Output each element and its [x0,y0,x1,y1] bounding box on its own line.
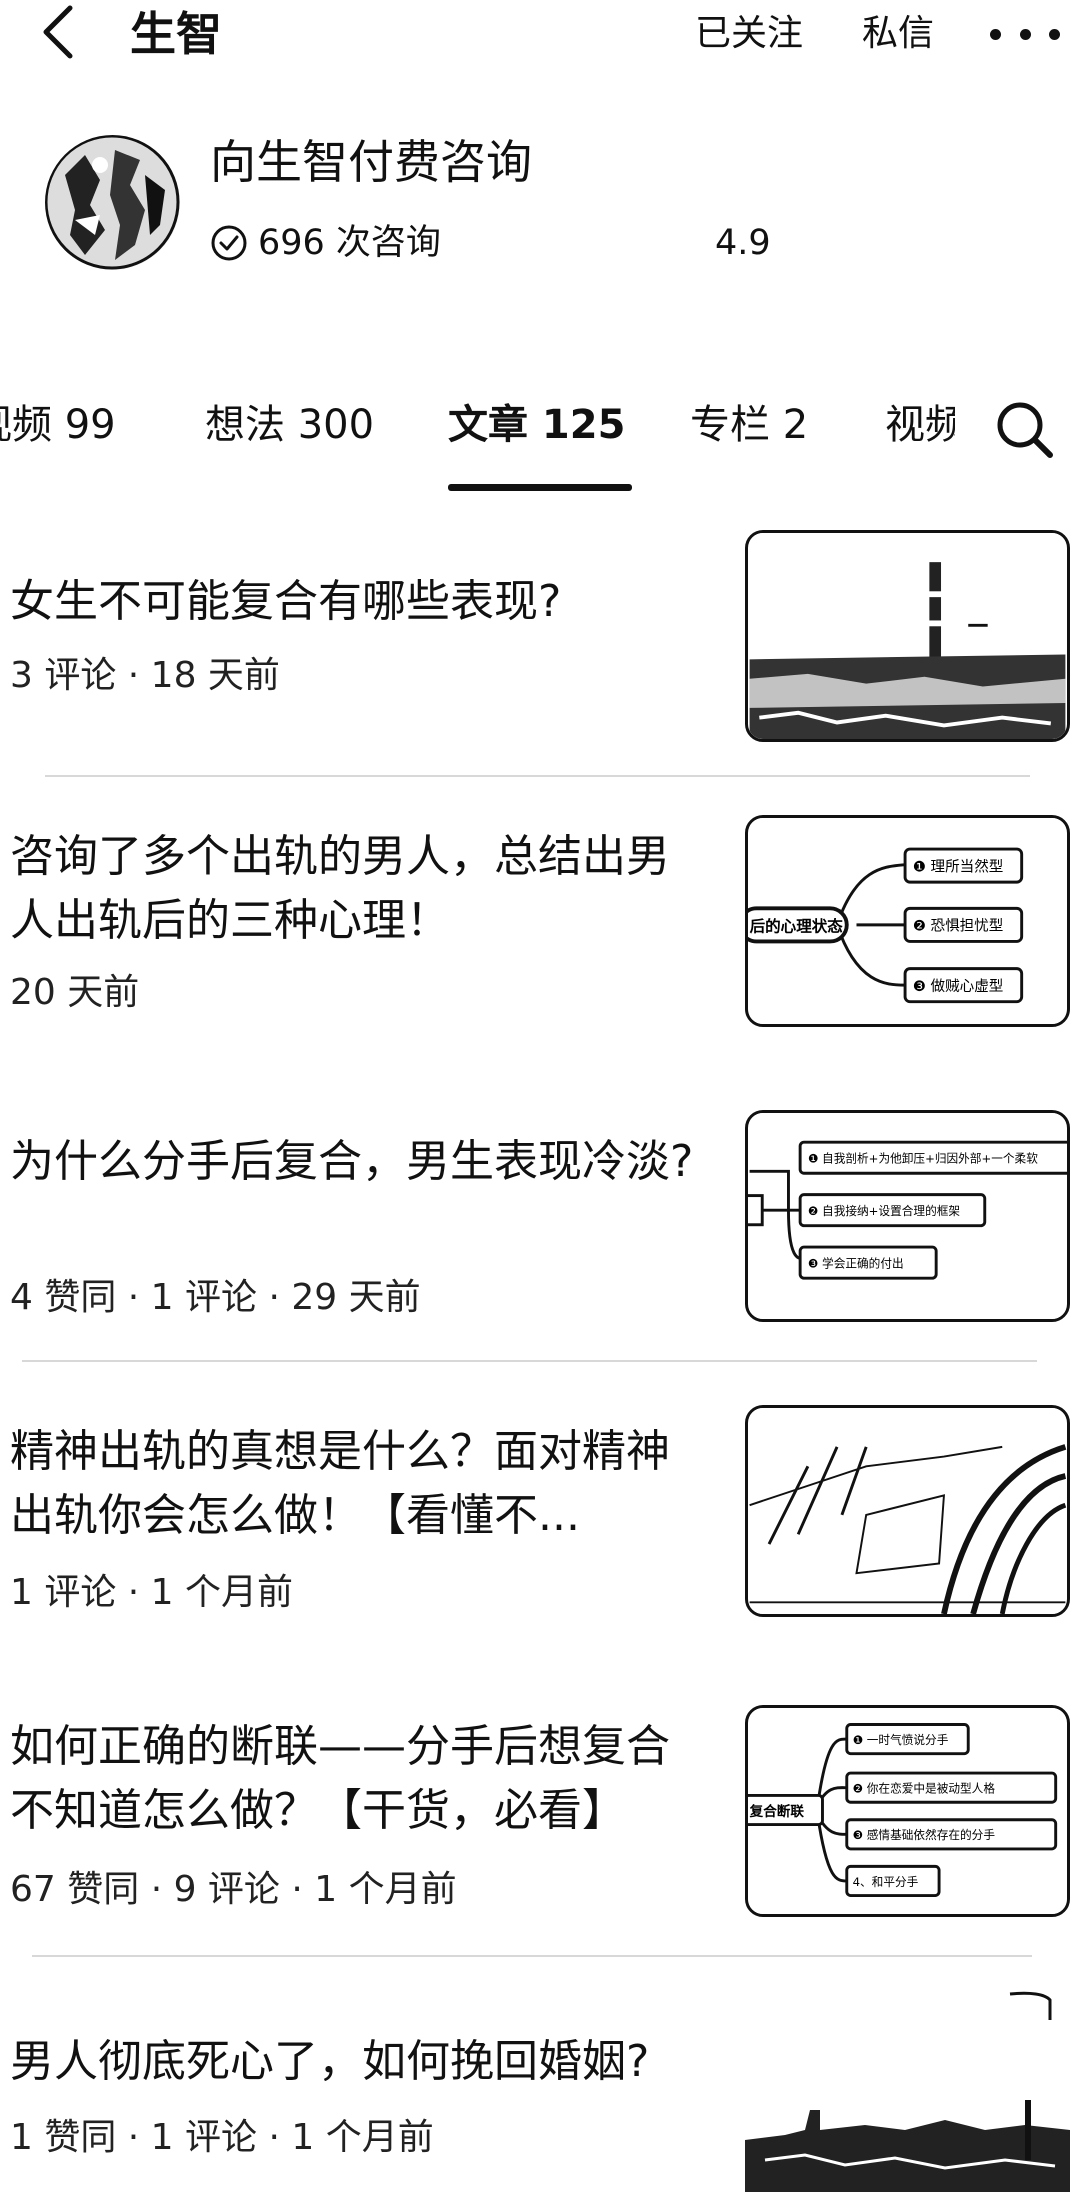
tab-thoughts[interactable]: 想法 300 [205,385,374,465]
article-thumbnail[interactable]: ❶ 自我剖析+为他卸压+归因外部+一个柔软 ❷ 自我接纳+设置合理的框架 ❸ 学… [745,1110,1070,1322]
thumb-item-1: ❶ 理所当然型 [913,858,1004,875]
tab-videos-more[interactable]: 视频 [885,385,955,465]
article-title[interactable]: 男人彻底死心了，如何挽回婚姻? [10,2030,700,2094]
top-bar: 生智 已关注 私信 [0,0,1080,70]
article-thumbnail[interactable] [745,1405,1070,1617]
thumb-center-label: 后的心理状态 [750,917,844,936]
divider [32,1955,1032,1957]
active-tab-indicator [448,484,632,491]
back-button[interactable] [30,2,90,62]
article-thumbnail[interactable]: 后的心理状态 ❶ 理所当然型 ❷ 恐惧担忧型 ❸ 做贼心虚型 [745,815,1070,1027]
thumb-item-2: ❷ 恐惧担忧型 [913,918,1004,935]
article-title[interactable]: 女生不可能复合有哪些表现? [10,570,700,634]
thumb-item-4: 4、和平分手 [853,1875,919,1889]
article-thumbnail[interactable]: 复合断联 ❶ 一时气愤说分手 ❷ 你在恋爱中是被动型人格 ❸ 感情基础依然存在的… [745,1705,1070,1917]
article-meta: 1 赞同 · 1 评论 · 1 个月前 [10,2117,434,2158]
chevron-left-icon [43,5,73,59]
thumb-item-3: ❸ 做贼心虚型 [913,978,1004,995]
article-meta: 4 赞同 · 1 评论 · 29 天前 [10,1277,421,1318]
tab-videos[interactable]: 视频 99 [0,385,116,465]
message-button[interactable]: 私信 [862,6,934,62]
article-meta: 67 赞同 · 9 评论 · 1 个月前 [10,1869,457,1910]
rating-score: 4.9 [715,223,771,263]
tab-bar: 视频 99 想法 300 文章 125 专栏 2 视频 [0,385,1080,500]
consult-title[interactable]: 向生智付费咨询 [210,130,532,194]
thumb-item-2: ❷ 自我接纳+设置合理的框架 [808,1204,960,1218]
avatar[interactable] [45,135,180,270]
follow-button[interactable]: 已关注 [695,6,803,62]
article-title[interactable]: 咨询了多个出轨的男人，总结出男人出轨后的三种心理！ [10,825,700,953]
article-title[interactable]: 精神出轨的真想是什么？面对精神出轨你会怎么做！【看懂不... [10,1420,700,1548]
article-meta: 3 评论 · 18 天前 [10,655,280,696]
page-title: 生智 [130,7,222,61]
divider [45,775,1030,777]
thumb-item-3: ❸ 学会正确的付出 [808,1257,904,1271]
consult-meta: 696 次咨询 [210,215,441,271]
thumb-item-2: ❷ 你在恋爱中是被动型人格 [853,1782,996,1796]
article-meta: 20 天前 [10,972,140,1013]
article-thumbnail[interactable] [745,530,1070,742]
tab-articles[interactable]: 文章 125 [448,385,625,465]
check-circle-icon [210,224,248,262]
thumb-item-1: ❶ 自我剖析+为他卸压+归因外部+一个柔软 [808,1152,1038,1166]
article-meta: 1 评论 · 1 个月前 [10,1572,294,1613]
thumb-item-1: ❶ 一时气愤说分手 [853,1733,949,1747]
search-icon[interactable] [990,395,1060,465]
article-title[interactable]: 为什么分手后复合，男生表现冷淡? [10,1130,700,1194]
consult-count: 696 次咨询 [258,223,441,263]
divider [22,1360,1037,1362]
tab-columns[interactable]: 专栏 2 [690,385,808,465]
thumb-item-3: ❸ 感情基础依然存在的分手 [853,1828,996,1842]
article-thumbnail[interactable] [745,1990,1070,2192]
thumb-center-label: 复合断联 [749,1803,805,1820]
more-icon[interactable] [990,6,1060,62]
article-title[interactable]: 如何正确的断联——分手后想复合不知道怎么做？【干货，必看】 [10,1715,700,1843]
